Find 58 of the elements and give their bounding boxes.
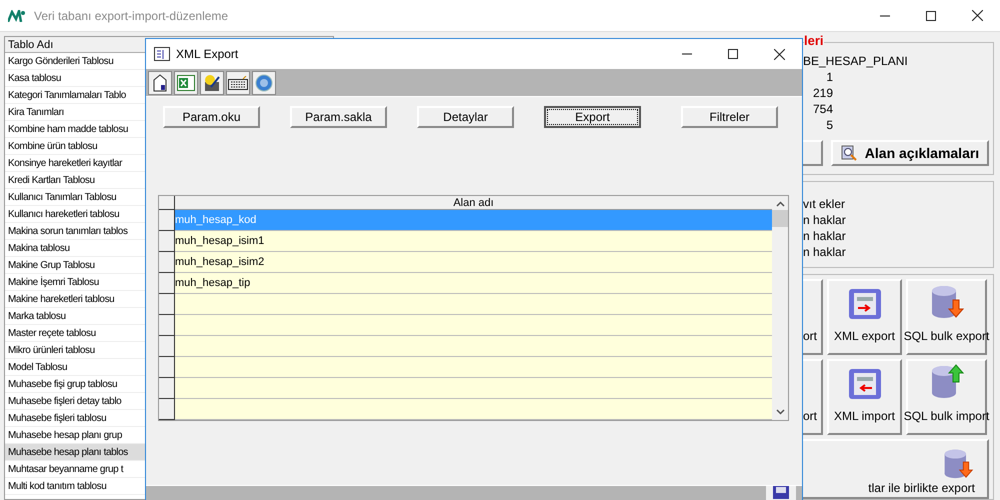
spreadsheet-icon — [177, 74, 195, 90]
document-icon — [154, 47, 170, 61]
database-download-icon — [930, 283, 964, 319]
row-indicator[interactable] — [159, 231, 175, 252]
maximize-icon — [926, 10, 936, 20]
dialog-button[interactable]: Detaylar — [417, 106, 514, 128]
permission-label: n haklar — [803, 228, 847, 244]
permission-label: vıt ekler — [803, 196, 846, 212]
pencil-monitor-icon — [203, 74, 221, 92]
count-value: 5 — [825, 117, 833, 133]
dialog-button[interactable]: Filtreler — [681, 106, 778, 128]
toolbar-button[interactable] — [148, 70, 172, 94]
dialog-button[interactable]: Export — [544, 106, 641, 128]
row-indicator[interactable] — [159, 210, 175, 231]
keyboard-icon — [228, 76, 248, 90]
permission-label: n haklar — [803, 244, 847, 260]
logo-icon — [8, 10, 26, 22]
permission-label: n haklar — [803, 212, 847, 228]
table-name-value: BE_HESAP_PLANI — [803, 53, 909, 69]
field-descriptions-button[interactable]: Alan açıklamaları — [831, 140, 989, 166]
save-button[interactable] — [766, 486, 796, 500]
tile-button[interactable]: XML export — [827, 279, 902, 355]
database-upload-icon — [930, 363, 964, 399]
group-title: leri — [804, 34, 824, 48]
row-indicator[interactable] — [159, 252, 175, 273]
toolbar-button[interactable] — [200, 70, 224, 94]
maximize-icon — [728, 49, 738, 59]
corner-cell — [159, 196, 175, 210]
column-header: Alan adı — [175, 196, 772, 210]
toolbar-button[interactable] — [226, 70, 250, 94]
row-indicator[interactable] — [159, 378, 175, 399]
dialog-button[interactable]: Param.sakla — [290, 106, 387, 128]
magnifier-icon — [840, 145, 857, 161]
document-chart-icon — [152, 74, 168, 92]
scrollbar[interactable] — [772, 196, 788, 420]
help-icon — [255, 74, 273, 92]
row-indicator[interactable] — [159, 273, 175, 294]
grid-row[interactable]: muh_hesap_isim2 — [175, 252, 772, 273]
count-value: 1 — [825, 69, 833, 85]
scroll-up-icon — [776, 201, 784, 207]
count-value: 754 — [812, 101, 833, 117]
tile-button[interactable]: XML import — [827, 359, 902, 435]
grid-row[interactable]: muh_hesap_isim1 — [175, 231, 772, 252]
dialog-button[interactable]: Param.oku — [163, 106, 260, 128]
grid-row[interactable]: muh_hesap_tip — [175, 273, 772, 294]
tile-button[interactable]: SQL bulk export — [906, 279, 987, 355]
scroll-down-icon — [776, 409, 784, 415]
row-indicator[interactable] — [159, 294, 175, 315]
row-indicator[interactable] — [159, 336, 175, 357]
count-value: 219 — [812, 85, 833, 101]
window-title: Veri tabanı export-import-düzenleme — [34, 8, 228, 24]
row-indicator[interactable] — [159, 399, 175, 420]
row-indicator[interactable] — [159, 315, 175, 336]
scroll-thumb[interactable] — [772, 210, 788, 227]
row-indicator[interactable] — [159, 357, 175, 378]
close-icon — [774, 48, 784, 60]
tile-button[interactable]: SQL bulk import — [906, 359, 987, 435]
close-icon — [972, 10, 982, 21]
